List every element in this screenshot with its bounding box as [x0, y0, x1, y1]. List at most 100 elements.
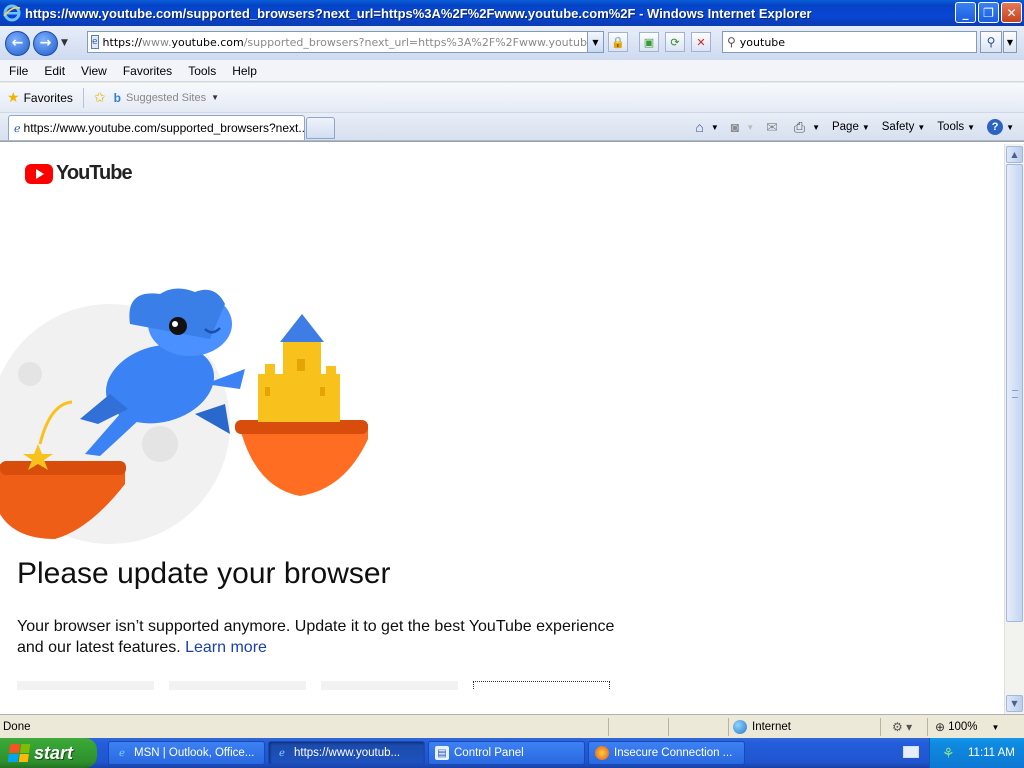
keyboard-icon[interactable] [903, 746, 919, 758]
refresh-button[interactable]: ⟳ [665, 32, 685, 52]
zoom-control[interactable]: ⊕ 100% ▼ [935, 720, 999, 734]
browser-card[interactable] [17, 681, 154, 690]
dinosaur-illustration [0, 288, 368, 544]
security-zone[interactable]: Internet [733, 720, 791, 734]
protected-mode-icon[interactable]: ⚙ ▾ [892, 720, 912, 734]
browser-card[interactable] [473, 681, 610, 690]
vertical-scrollbar[interactable]: ▲ ▼ [1004, 144, 1024, 714]
chevron-down-icon: ▼ [991, 722, 1000, 732]
globe-icon [733, 720, 747, 734]
zoom-level: 100% [948, 721, 978, 733]
address-dropdown-button[interactable]: ▼ [587, 32, 603, 52]
browser-options [17, 681, 625, 690]
favorites-bar: ★ Favorites ✩ b Suggested Sites ▼ [0, 83, 1024, 113]
read-mail-button[interactable]: ✉ [766, 119, 782, 136]
status-bar: Done Internet ⚙ ▾ ⊕ 100% ▼ [0, 714, 1024, 738]
history-dropdown-button[interactable]: ▼ [61, 38, 68, 48]
url-path: /supported_browsers?next_url=https%3A%2F… [243, 35, 603, 49]
content-bottom-area [0, 690, 1004, 714]
add-to-favorites-bar-icon[interactable]: ✩ [94, 90, 106, 106]
browser-card[interactable] [169, 681, 306, 690]
arrow-right-icon: → [39, 35, 52, 51]
chevron-down-icon: ▼ [917, 122, 926, 132]
tab-youtube[interactable]: ℯ https://www.youtube.com/supported_brow… [8, 115, 305, 140]
window-title: https://www.youtube.com/supported_browse… [25, 5, 812, 21]
favorites-button[interactable]: ★ Favorites [7, 89, 73, 106]
chevron-down-icon: ▼ [1006, 122, 1014, 132]
taskbar-item-youtube[interactable]: ℯ https://www.youtub... [268, 741, 425, 765]
status-separator [728, 718, 729, 736]
clock[interactable]: 11:11 AM [968, 747, 1015, 759]
taskbar-item-control-panel[interactable]: ▤ Control Panel [428, 741, 585, 765]
security-lock-button[interactable]: 🔒 [608, 32, 628, 52]
maximize-button[interactable]: ❐ [978, 2, 999, 23]
printer-icon: ⎙ [793, 118, 806, 135]
favorites-separator [82, 87, 84, 108]
minimize-button[interactable]: _ [955, 2, 976, 23]
window-controls: _ ❐ ✕ [955, 2, 1022, 23]
back-button[interactable]: ← [5, 30, 30, 56]
triangle-down-icon: ▼ [1011, 699, 1018, 708]
menu-tools[interactable]: Tools [180, 64, 224, 78]
chevron-down-icon: ▼ [746, 122, 755, 132]
url-host: youtube.com [171, 35, 244, 49]
window-titlebar[interactable]: https://www.youtube.com/supported_browse… [0, 0, 1024, 26]
description-text: Your browser isn’t supported anymore. Up… [17, 618, 615, 656]
status-separator [927, 718, 928, 736]
address-bar[interactable]: e https://www.youtube.com/supported_brow… [87, 31, 604, 53]
menu-view[interactable]: View [73, 64, 115, 78]
learn-more-link[interactable]: Learn more [185, 639, 267, 656]
ie-icon: ℯ [119, 747, 125, 759]
scrollbar-thumb[interactable] [1006, 164, 1023, 622]
address-toolbar: ← → ▼ e https://www.youtube.com/supporte… [0, 26, 1024, 60]
safety-menu-button[interactable]: Safety ▼ [882, 121, 926, 133]
stop-button[interactable]: ✕ [691, 32, 711, 52]
youtube-logo[interactable]: YouTube [25, 162, 133, 185]
control-panel-icon: ▤ [435, 746, 449, 760]
forward-button[interactable]: → [33, 30, 58, 56]
status-separator [608, 718, 609, 736]
menu-file[interactable]: File [0, 64, 36, 78]
browser-card[interactable] [321, 681, 458, 690]
suggested-sites-button[interactable]: b Suggested Sites ▼ [114, 91, 219, 105]
chevron-down-icon: ▼ [861, 122, 870, 132]
search-options-dropdown[interactable]: ▼ [1003, 31, 1017, 53]
taskbar-item-label: MSN | Outlook, Office... [134, 747, 255, 759]
help-menu-button[interactable]: ? ▼ [987, 119, 1014, 135]
network-icon[interactable]: ⚘ [942, 745, 958, 761]
mail-icon: ✉ [766, 118, 778, 135]
system-tray: ⚘ 11:11 AM [929, 738, 1024, 768]
scroll-down-button[interactable]: ▼ [1006, 695, 1023, 712]
url-scheme: https:// [102, 35, 142, 49]
start-label: start [34, 742, 74, 763]
feeds-button[interactable]: ◙ ▼ [731, 119, 754, 135]
favorites-label: Favorites [23, 90, 73, 105]
search-go-button[interactable]: ⚲ [980, 31, 1002, 53]
status-text: Done [3, 721, 31, 733]
taskbar-item-msn[interactable]: ℯ MSN | Outlook, Office... [108, 741, 265, 765]
scroll-up-button[interactable]: ▲ [1006, 146, 1023, 163]
new-tab-button[interactable] [306, 117, 335, 139]
taskbar-item-firefox[interactable]: Insecure Connection ... [588, 741, 745, 765]
close-button[interactable]: ✕ [1001, 2, 1022, 23]
thumb-grip-icon [1012, 390, 1018, 398]
taskbar-item-label: Control Panel [454, 747, 524, 759]
start-button[interactable]: start [0, 738, 97, 768]
tab-row: ℯ https://www.youtube.com/supported_brow… [0, 113, 1024, 141]
page-menu-button[interactable]: Page ▼ [832, 121, 870, 133]
compatibility-view-button[interactable]: ▣ [639, 32, 659, 52]
home-icon: ⌂ [695, 119, 704, 135]
youtube-play-icon [25, 163, 53, 184]
menu-bar: File Edit View Favorites Tools Help [0, 60, 1024, 82]
tools-menu-button[interactable]: Tools ▼ [937, 121, 975, 133]
menu-edit[interactable]: Edit [36, 64, 73, 78]
home-button[interactable]: ⌂ ▼ [695, 119, 718, 135]
address-url[interactable]: https://www.youtube.com/supported_browse… [102, 35, 603, 49]
search-input[interactable]: youtube [740, 36, 785, 49]
menu-help[interactable]: Help [224, 64, 265, 78]
page-heading: Please update your browser [17, 557, 391, 590]
menu-favorites[interactable]: Favorites [115, 64, 180, 78]
command-bar: ⌂ ▼ ◙ ▼ ✉ ⎙ ▼ Page ▼ Safety ▼ Tools ▼ ? ▼ [683, 116, 1014, 138]
print-button[interactable]: ⎙ ▼ [794, 119, 820, 136]
search-box[interactable]: ⚲ youtube [722, 31, 977, 53]
